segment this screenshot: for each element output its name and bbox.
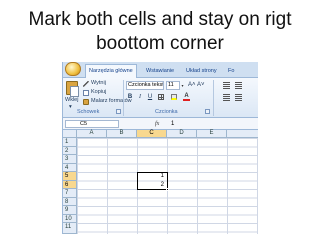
row-header-2[interactable]: 2 (63, 146, 77, 155)
tab-insert[interactable]: Wstawianie (143, 65, 177, 78)
column-header-c[interactable]: C (137, 130, 167, 138)
align-left-icon[interactable] (223, 94, 230, 101)
worksheet-grid: A B C D E 1 2 3 4 5 6 7 8 9 10 11 1 2 (63, 130, 258, 234)
row-header-8[interactable]: 8 (63, 197, 77, 206)
title-line-1: Mark both cells and stay on rigt (28, 9, 292, 30)
align-top-icon[interactable] (223, 82, 230, 89)
ribbon-group-labels: Schowek Czcionka (63, 108, 258, 117)
row-header-10[interactable]: 10 (63, 214, 77, 223)
formula-bar: C5 fx 1 (63, 118, 258, 130)
shrink-font-icon[interactable]: A˅ (197, 81, 205, 89)
column-header-f[interactable] (227, 130, 258, 138)
tab-page-layout[interactable]: Układ strony (183, 65, 220, 78)
font-size-dropdown-icon[interactable]: ▾ (180, 81, 185, 90)
paste-icon[interactable] (66, 81, 79, 97)
font-launcher-icon[interactable] (205, 109, 210, 114)
row-header-6[interactable]: 6 (63, 180, 77, 189)
group-clipboard-label: Schowek (77, 109, 100, 115)
align-middle-icon[interactable] (235, 82, 242, 89)
slide-title: Mark both cells and stay on rigt boottom… (0, 8, 320, 56)
column-header-e[interactable]: E (197, 130, 227, 138)
underline-button[interactable]: U (146, 93, 154, 102)
row-header-5[interactable]: 5 (63, 172, 77, 181)
column-header-d[interactable]: D (167, 130, 197, 138)
ribbon-home: Wklej ▾ Wytnij Kopiuj Malarz formatów Cz… (63, 78, 258, 118)
cut-icon[interactable] (83, 81, 89, 87)
font-size-select[interactable]: 11 (166, 81, 180, 90)
cut-button[interactable]: Wytnij (91, 80, 106, 87)
italic-button[interactable]: I (136, 93, 144, 102)
copy-button[interactable]: Kopiuj (91, 89, 106, 96)
borders-icon[interactable] (158, 94, 164, 100)
copy-icon[interactable] (83, 90, 89, 96)
align-center-icon[interactable] (235, 94, 242, 101)
excel-window: Narzędzia główne Wstawianie Układ strony… (62, 62, 258, 234)
cell-selection (137, 172, 168, 190)
tab-home[interactable]: Narzędzia główne (85, 64, 137, 79)
name-box[interactable]: C5 (65, 120, 119, 128)
clipboard-launcher-icon[interactable] (116, 109, 121, 114)
row-header-7[interactable]: 7 (63, 189, 77, 198)
group-font-label: Czcionka (155, 109, 178, 115)
tab-formulas[interactable]: Fo (225, 65, 237, 78)
column-header-a[interactable]: A (77, 130, 107, 138)
cell-area[interactable]: 1 2 (77, 138, 258, 234)
font-name-select[interactable]: Czcionka tekstu (126, 81, 164, 90)
row-header-11[interactable]: 11 (63, 223, 77, 234)
office-button-icon[interactable] (65, 62, 81, 76)
row-header-4[interactable]: 4 (63, 163, 77, 172)
fill-handle[interactable] (166, 187, 169, 191)
title-line-2: boottom corner (96, 33, 224, 54)
column-header-b[interactable]: B (107, 130, 137, 138)
fill-color-icon[interactable] (171, 94, 177, 100)
formula-input[interactable]: 1 (171, 119, 174, 129)
fx-icon[interactable]: fx (155, 119, 159, 129)
bold-button[interactable]: B (126, 93, 134, 102)
paste-button[interactable]: Wklej (65, 97, 78, 104)
ribbon-tab-strip: Narzędzia główne Wstawianie Układ strony… (63, 62, 258, 79)
font-color-icon[interactable]: A (183, 93, 190, 101)
grow-font-icon[interactable]: A˄ (188, 81, 196, 89)
row-header-9[interactable]: 9 (63, 206, 77, 215)
row-header-1[interactable]: 1 (63, 138, 77, 147)
row-header-3[interactable]: 3 (63, 155, 77, 164)
format-painter-icon[interactable] (83, 99, 89, 105)
select-all-corner[interactable] (63, 130, 77, 138)
